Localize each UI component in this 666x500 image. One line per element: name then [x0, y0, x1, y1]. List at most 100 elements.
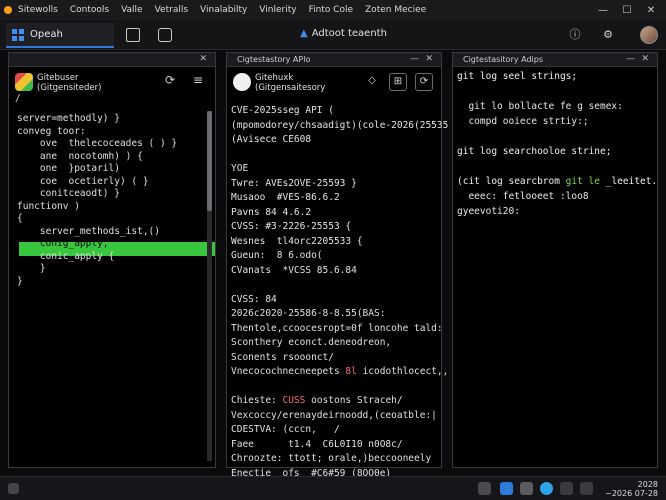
code-line: Thentole,ccoocesropt=0f loncohe tald: — [231, 322, 443, 334]
code-line: YOE — [231, 163, 249, 174]
code-line: git lo bollacte fe g semex: — [457, 101, 623, 112]
code-line: Faee t1.4 C6L0I10 n0O8c/ — [231, 438, 403, 450]
right-panel-header: Cigtestasitory Adips — ✕ — [453, 53, 657, 67]
code-line: Sconents rsooonct/ — [231, 351, 334, 363]
code-line: conic_apply { — [17, 250, 115, 262]
code-line: coe ocetierly) ( } — [17, 175, 149, 187]
app-logo-icon — [4, 6, 12, 14]
grid-icon — [12, 28, 24, 41]
menu-item[interactable]: Sitewolls — [18, 5, 58, 15]
close-icon[interactable]: ✕ — [425, 54, 433, 64]
close-icon[interactable]: ✕ — [644, 3, 658, 17]
app-name: Gitehuxk — [255, 73, 294, 83]
app-icon — [15, 73, 33, 91]
taskbar-app-icon[interactable] — [580, 482, 593, 495]
start-icon[interactable] — [8, 483, 19, 494]
tab-open[interactable]: Opeah — [6, 23, 114, 48]
menu-item[interactable]: Contools — [70, 5, 109, 15]
code-line: ane nocotomh) ) { — [17, 150, 143, 162]
menu-item[interactable]: Vinalabilty — [200, 5, 247, 15]
app-subtitle: (Gitgensaitesory — [255, 83, 326, 93]
clock-time: 2028 — [637, 480, 658, 489]
code-line: { — [17, 213, 23, 224]
code-line: Wesnes tl4orc2205533 { — [231, 235, 363, 247]
clock-date: ~2026 — [605, 489, 633, 498]
menu-icon[interactable]: ≡ — [193, 73, 203, 87]
code-line: CVE-2025sseg API ( — [231, 105, 334, 116]
taskbar-app-icon[interactable] — [540, 482, 553, 495]
menu-item[interactable]: Valle — [121, 5, 143, 15]
window-title: ▲ Adtoot teaenth — [300, 28, 387, 39]
taskbar-app-icon[interactable] — [520, 482, 533, 495]
code-line: git log searchooloe strine; — [457, 146, 612, 157]
menu-item[interactable]: Vetralls — [155, 5, 188, 15]
avatar[interactable] — [640, 26, 658, 44]
grid-icon[interactable]: ⊞ — [389, 73, 407, 91]
code-line: Vnecocochnecneepets 8l icodothlocect,, — [231, 366, 449, 377]
code-line: server=methodly) } — [17, 113, 120, 124]
minimize-icon[interactable]: — — [410, 54, 419, 64]
code-line: Musaoo #VES-86.6.2 — [231, 192, 340, 203]
panel-title: Cigtestastory APlo — [237, 55, 311, 64]
code-line: Gueun: 8 6.odo( — [231, 250, 323, 261]
code-line: functionv ) — [17, 200, 80, 212]
code-line: Sconthery econct.deneodreon, — [231, 337, 392, 348]
taskbar: 2028 ~2026 07-28 — [0, 476, 666, 500]
left-panel-header: ✕ — [9, 53, 215, 67]
code-line: CVSS: #3-2226-25553 { — [231, 221, 352, 232]
middle-panel-header: Cigtestastory APlo — ✕ — [227, 53, 441, 67]
diamond-icon[interactable]: ◇ — [363, 73, 381, 91]
left-panel: ✕ Gitebuser (Gitgensiteder) ⟳ ≡ / server… — [8, 52, 216, 468]
top-bar: Opeah ▲ Adtoot teaenth ⓘ ⚙ — [0, 20, 666, 50]
code-line: server_methods_ist,() — [17, 225, 160, 237]
menu-item[interactable]: Finto Cole — [309, 5, 353, 15]
taskbar-app-icon[interactable] — [500, 482, 513, 495]
menu-item[interactable]: Zoten Meciee — [365, 5, 426, 15]
image-icon[interactable] — [158, 28, 172, 42]
code-line: } — [17, 275, 23, 287]
code-line: CVanats *VCSS 85.6.84 — [231, 264, 357, 276]
taskbar-app-icon[interactable] — [478, 482, 491, 495]
clock-date-2: 07-28 — [634, 489, 658, 498]
code-line: (cit log searcbrom git le _leeitet. — [457, 176, 658, 187]
minimize-icon[interactable]: — — [596, 3, 610, 17]
code-line: ove thelecoceades ( ) } — [17, 138, 178, 149]
code-line: (mpomodorey/chsaadigt)(cole-2026(25535 — [231, 119, 449, 131]
code-line: } — [17, 263, 46, 274]
code-line: conitceaodt) } — [17, 188, 120, 199]
code-line: one }potaril) — [17, 163, 120, 174]
window-title-text: Adtoot teaenth — [311, 28, 387, 39]
code-line: 2026c2020-25586-8-8.55(BAS: — [231, 308, 386, 319]
code-line: conveg toor: — [17, 125, 86, 137]
system-clock[interactable]: 2028 ~2026 07-28 — [605, 480, 658, 498]
code-line: CDESTVA: (cccn, / — [231, 424, 340, 435]
code-line: Twre: AVEs2OVE-25593 } — [231, 177, 357, 189]
taskbar-app-icon[interactable] — [560, 482, 573, 495]
tab-label: Opeah — [30, 29, 63, 40]
app-name: Gitebuser — [37, 73, 79, 83]
github-icon — [233, 73, 251, 91]
menu-item[interactable]: Vinlerity — [259, 5, 296, 15]
minimize-icon[interactable]: — — [626, 54, 635, 64]
right-panel: Cigtestasitory Adips — ✕ git log seel st… — [452, 52, 658, 468]
code-line: Chieste: CUSS oostons Straceh/ — [231, 395, 403, 406]
settings-icon[interactable]: ⚙ — [600, 27, 616, 43]
code-line: Vexcoccy/erenaydeirnoodd,(ceoatble:| — [231, 409, 437, 421]
menu-bar: Sitewolls Contools Valle Vetralls Vinala… — [0, 0, 666, 20]
refresh-icon[interactable]: ⟳ — [415, 73, 433, 91]
code-line: Chroozte: ttott; orale,)beccooneely — [231, 453, 432, 464]
brand-icon: ▲ — [300, 28, 308, 39]
close-icon[interactable]: ✕ — [199, 54, 207, 64]
help-icon[interactable]: ⓘ — [567, 27, 583, 43]
maximize-icon[interactable]: ☐ — [620, 3, 634, 17]
close-icon[interactable]: ✕ — [641, 54, 649, 64]
window-icon[interactable] — [126, 28, 140, 42]
panel-title: Cigtestasitory Adips — [463, 55, 544, 64]
refresh-icon[interactable]: ⟳ — [165, 73, 175, 87]
scrollbar-thumb[interactable] — [207, 111, 212, 211]
scrollbar[interactable] — [207, 111, 212, 461]
code-line: git log seel strings; — [457, 71, 578, 82]
code-line: eeec: fetlooeet :loo8 — [457, 191, 589, 202]
code-line: gyeevoti20: — [457, 206, 520, 217]
code-line: compd ooiece strtiy:; — [457, 116, 589, 127]
